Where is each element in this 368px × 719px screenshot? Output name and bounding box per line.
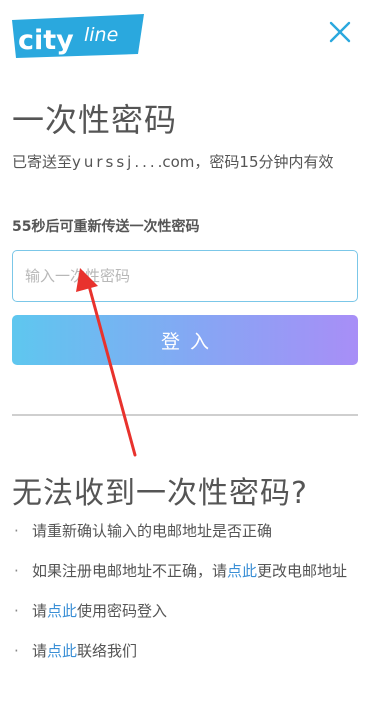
help-item-text: 请重新确认输入的电邮地址是否正确 [32,522,273,540]
cityline-logo[interactable]: city line [12,14,144,58]
close-icon[interactable] [326,18,354,46]
otp-input[interactable] [12,250,358,302]
help-item-text: 更改电邮地址 [257,562,348,580]
bullet: · [14,602,19,620]
help-item-text: 如果注册电邮地址不正确，请 [32,562,228,580]
resend-timer: 55秒后可重新传送一次性密码 [12,219,200,235]
help-item-change-email: · 如果注册电邮地址不正确，请点此更改电邮地址 [12,559,358,583]
login-button[interactable]: 登入 [12,315,358,365]
change-email-link[interactable]: 点此 [227,562,257,580]
help-item-text: 使用密码登入 [77,602,168,620]
bullet: · [14,642,19,660]
logo-text-line: line [84,24,118,46]
help-title: 无法收到一次性密码? [12,476,308,511]
help-item-text: 请 [32,642,48,660]
divider [12,414,358,416]
header: city line [0,0,368,70]
help-item-text: 联络我们 [77,642,138,660]
help-item-contact-us: · 请点此联络我们 [12,639,358,663]
help-item-check-email: · 请重新确认输入的电邮地址是否正确 [12,519,358,543]
help-list: · 请重新确认输入的电邮地址是否正确 · 如果注册电邮地址不正确，请点此更改电邮… [12,519,358,679]
password-login-link[interactable]: 点此 [47,602,77,620]
help-item-text: 请 [32,602,48,620]
help-item-password-login: · 请点此使用密码登入 [12,599,358,623]
bullet: · [14,522,19,540]
contact-us-link[interactable]: 点此 [47,642,77,660]
page-title: 一次性密码 [12,101,178,139]
logo-text-city: city [18,25,74,56]
sent-notice: 已寄送至y u r s s j . . . .com，密码15分钟内有效 [12,153,334,171]
bullet: · [14,562,19,580]
